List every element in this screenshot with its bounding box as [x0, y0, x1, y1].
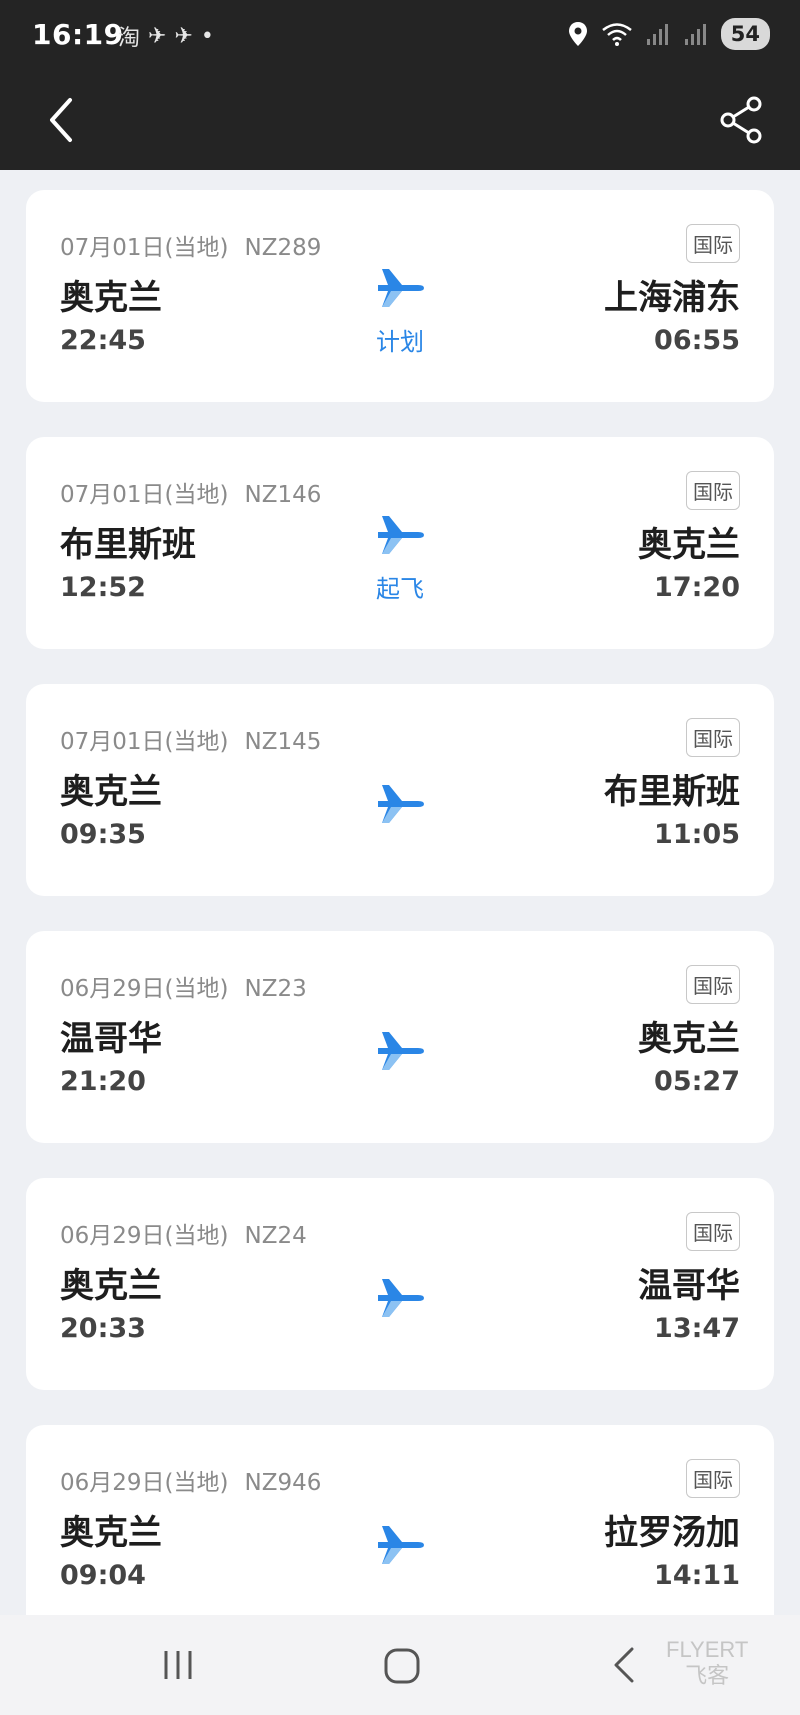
departure-city: 奥克兰 — [60, 1266, 162, 1306]
arrival-time: 17:20 — [654, 572, 740, 603]
plane-icon — [378, 1526, 424, 1564]
flight-meta: 07月01日(当地) NZ146 — [60, 475, 321, 509]
flight-card[interactable]: 06月29日(当地) NZ23 国际 温哥华 21:20 奥克兰 05:27 — [26, 931, 774, 1143]
chevron-left-icon — [50, 98, 72, 142]
flight-card[interactable]: 07月01日(当地) NZ146 国际 布里斯班 12:52 起飞 奥克兰 17:… — [26, 437, 774, 649]
plane-icon — [378, 785, 424, 823]
flight-number: NZ289 — [244, 235, 322, 261]
home-icon — [384, 1648, 420, 1684]
share-icon — [720, 96, 762, 144]
home-button[interactable] — [381, 1645, 423, 1687]
flight-meta: 07月01日(当地) NZ145 — [60, 722, 321, 756]
recent-apps-button[interactable] — [158, 1645, 198, 1685]
battery-indicator: 54 — [720, 18, 770, 50]
flight-date: 06月29日(当地) — [60, 1470, 229, 1496]
flight-card[interactable]: 06月29日(当地) NZ946 国际 奥克兰 09:04 拉罗汤加 14:11 — [26, 1425, 774, 1615]
departure-city: 布里斯班 — [60, 525, 196, 565]
flight-meta: 06月29日(当地) NZ24 — [60, 1216, 307, 1250]
flight-status: 计划 — [376, 328, 424, 356]
signal-icon — [646, 24, 668, 45]
plane-icon — [378, 1032, 424, 1070]
watermark-text: 飞客 — [685, 1663, 730, 1688]
arrival-time: 11:05 — [654, 819, 740, 850]
flight-number: NZ23 — [244, 976, 307, 1002]
flight-meta: 06月29日(当地) NZ23 — [60, 969, 307, 1003]
departure-time: 21:20 — [60, 1066, 146, 1097]
system-back-button[interactable] — [610, 1645, 640, 1685]
flight-card[interactable]: 07月01日(当地) NZ289 国际 奥克兰 22:45 计划 上海浦东 06:… — [26, 190, 774, 402]
status-time: 16:19 — [32, 18, 124, 51]
back-button[interactable] — [36, 90, 96, 150]
international-badge: 国际 — [686, 1459, 740, 1498]
international-badge: 国际 — [686, 471, 740, 510]
status-system-icons: 54 — [567, 18, 770, 50]
departure-time: 20:33 — [60, 1313, 146, 1344]
international-badge: 国际 — [686, 1212, 740, 1251]
system-nav-bar: FLYERT 飞客 — [0, 1615, 800, 1715]
flight-card[interactable]: 07月01日(当地) NZ145 国际 奥克兰 09:35 布里斯班 11:05 — [26, 684, 774, 896]
arrival-time: 14:11 — [654, 1560, 740, 1591]
flight-meta: 07月01日(当地) NZ289 — [60, 228, 321, 262]
flight-meta: 06月29日(当地) NZ946 — [60, 1463, 321, 1497]
flight-date: 07月01日(当地) — [60, 235, 229, 261]
signal-icon — [684, 24, 706, 45]
arrival-time: 06:55 — [654, 325, 740, 356]
flight-date: 06月29日(当地) — [60, 1223, 229, 1249]
departure-city: 温哥华 — [60, 1019, 162, 1059]
location-icon — [568, 22, 587, 46]
arrival-time: 05:27 — [654, 1066, 740, 1097]
flight-list: 07月01日(当地) NZ289 国际 奥克兰 22:45 计划 上海浦东 06:… — [0, 170, 800, 1615]
arrival-city: 拉罗汤加 — [604, 1513, 740, 1553]
plane-notification-icon: ✈ — [148, 23, 167, 49]
departure-time: 09:35 — [60, 819, 146, 850]
departure-city: 奥克兰 — [60, 772, 162, 812]
app-header — [0, 72, 800, 170]
international-badge: 国际 — [686, 224, 740, 263]
arrival-city: 布里斯班 — [604, 772, 740, 812]
flight-date: 06月29日(当地) — [60, 976, 229, 1002]
flight-number: NZ24 — [244, 1223, 307, 1249]
flight-card[interactable]: 06月29日(当地) NZ24 国际 奥克兰 20:33 温哥华 13:47 — [26, 1178, 774, 1390]
recent-apps-icon — [164, 1651, 192, 1679]
plane-icon — [378, 269, 424, 307]
arrival-city: 温哥华 — [638, 1266, 740, 1306]
arrival-city: 奥克兰 — [638, 1019, 740, 1059]
flight-date: 07月01日(当地) — [60, 729, 229, 755]
departure-time: 09:04 — [60, 1560, 146, 1591]
flight-number: NZ946 — [244, 1470, 322, 1496]
flyert-watermark: FLYERT 飞客 — [666, 1637, 748, 1689]
flight-number: NZ145 — [244, 729, 322, 755]
departure-city: 奥克兰 — [60, 1513, 162, 1553]
taobao-notification-icon: 淘 — [118, 26, 141, 51]
plane-notification-icon: ✈ — [174, 23, 193, 49]
status-app-icons: 淘 ✈ ✈ • — [118, 20, 214, 52]
departure-city: 奥克兰 — [60, 278, 162, 318]
international-badge: 国际 — [686, 965, 740, 1004]
arrival-time: 13:47 — [654, 1313, 740, 1344]
departure-time: 22:45 — [60, 325, 146, 356]
wifi-icon — [601, 23, 632, 46]
plane-icon — [378, 1279, 424, 1317]
watermark-text: FLYERT — [666, 1637, 749, 1662]
departure-time: 12:52 — [60, 572, 146, 603]
more-dot-icon: • — [200, 23, 214, 49]
share-button[interactable] — [712, 90, 772, 150]
status-bar: 16:19 淘 ✈ ✈ • 54 — [0, 0, 800, 72]
back-arrow-icon — [614, 1647, 634, 1683]
international-badge: 国际 — [686, 718, 740, 757]
flight-status: 起飞 — [376, 575, 424, 603]
flight-number: NZ146 — [244, 482, 322, 508]
flight-date: 07月01日(当地) — [60, 482, 229, 508]
arrival-city: 奥克兰 — [638, 525, 740, 565]
arrival-city: 上海浦东 — [604, 278, 740, 318]
plane-icon — [378, 516, 424, 554]
